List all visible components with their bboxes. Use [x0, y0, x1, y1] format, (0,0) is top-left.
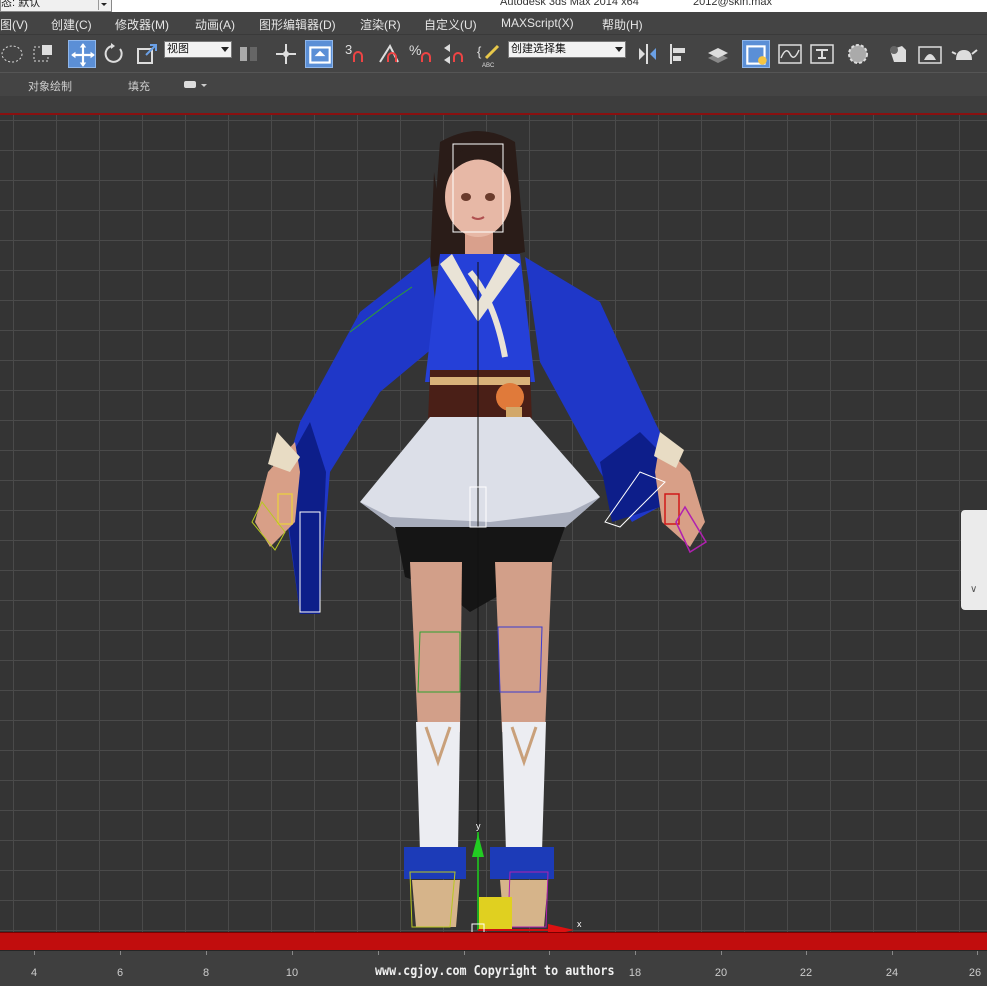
align-icon[interactable]: [666, 40, 694, 68]
snaps-toggle-icon[interactable]: 3: [342, 40, 370, 68]
ruler-tick: [378, 951, 379, 955]
edit-named-selection-icon[interactable]: {ABC: [476, 40, 504, 68]
character-model: y x: [251, 131, 708, 934]
ruler-label: 24: [885, 967, 899, 979]
mirror-icon[interactable]: [634, 40, 662, 68]
ruler-tick: [721, 951, 722, 955]
menu-item-rendering[interactable]: 渲染(R): [360, 16, 401, 33]
percent-snap-label: %: [409, 42, 421, 58]
menu-item-maxscript[interactable]: MAXScript(X): [501, 16, 574, 30]
collapsed-side-panel[interactable]: ∨: [961, 510, 987, 610]
ruler-label: 20: [714, 967, 728, 979]
ruler-tick: [549, 951, 550, 955]
snap-label: 3: [345, 42, 352, 57]
select-manipulate-icon[interactable]: [272, 40, 300, 68]
menu-item-animation[interactable]: 动画(A): [195, 16, 235, 33]
file-name: 2012@skin.max: [693, 0, 773, 8]
menu-bar: 图(V) 创建(C) 修改器(M) 动画(A) 图形编辑器(D) 渲染(R) 自…: [0, 12, 987, 34]
menu-item-customize[interactable]: 自定义(U): [424, 16, 477, 33]
title-bar: 态: 默认 Autodesk 3ds Max 2014 x64 2012@ski…: [0, 0, 987, 12]
menu-item-create[interactable]: 创建(C): [51, 16, 92, 33]
ruler-tick: [635, 951, 636, 955]
schematic-view-icon[interactable]: [808, 40, 836, 68]
chevron-down-icon[interactable]: [201, 84, 207, 90]
select-move-icon[interactable]: [68, 40, 96, 68]
ribbon-tab-populate[interactable]: 填充: [128, 78, 150, 94]
ruler-label: 26: [968, 967, 982, 979]
ruler-label: 4: [30, 967, 38, 979]
reference-coordinate-value: 视图: [167, 43, 189, 55]
select-rotate-icon[interactable]: [100, 40, 128, 68]
app-title: Autodesk 3ds Max 2014 x64: [500, 0, 639, 8]
named-selection-dropdown[interactable]: 创建选择集: [508, 41, 626, 58]
ruler-label: 22: [799, 967, 813, 979]
ruler-tick: [206, 951, 207, 955]
render-setup-icon[interactable]: [884, 40, 912, 68]
main-toolbar: 视图 3 % {ABC 创建选择集: [0, 34, 987, 73]
ruler-tick: [892, 951, 893, 955]
axis-y-label: y: [476, 821, 481, 831]
ruler-label: 10: [285, 967, 299, 979]
spinner-snap-icon[interactable]: [440, 40, 468, 68]
time-slider[interactable]: [0, 932, 987, 951]
svg-text:ABC: ABC: [482, 63, 495, 68]
pivot-center-icon[interactable]: [236, 40, 264, 68]
named-selection-value: 创建选择集: [511, 43, 566, 55]
reference-coordinate-dropdown[interactable]: 视图: [164, 41, 232, 58]
perspective-viewport[interactable]: y x ∨: [0, 113, 987, 934]
material-editor-icon[interactable]: [846, 40, 874, 68]
menu-item-help[interactable]: 帮助(H): [602, 16, 643, 33]
lasso-selection-icon[interactable]: [0, 40, 28, 68]
menu-item-graph-editors[interactable]: 图形编辑器(D): [259, 16, 336, 33]
svg-text:{: {: [477, 44, 482, 59]
viewport-header: [0, 96, 987, 113]
copyright-watermark: www.cgjoy.com Copyright to authors: [375, 964, 615, 979]
menu-item-modifiers[interactable]: 修改器(M): [115, 16, 169, 33]
ribbon: 对象绘制 填充: [0, 72, 987, 97]
ruler-tick: [120, 951, 121, 955]
percent-snap-icon[interactable]: %: [408, 40, 436, 68]
ruler-label: 18: [628, 967, 642, 979]
scene-explorer-icon[interactable]: [742, 40, 770, 68]
curve-editor-icon[interactable]: [776, 40, 804, 68]
chevron-down-icon: [615, 47, 623, 52]
workspace-value: 态: 默认: [1, 0, 41, 9]
rendered-frame-window-icon[interactable]: [916, 40, 944, 68]
chevron-down-icon[interactable]: ∨: [970, 584, 977, 595]
keyboard-shortcut-override-icon[interactable]: [305, 40, 333, 68]
ribbon-tab-object-paint[interactable]: 对象绘制: [28, 78, 72, 94]
render-production-teapot-icon[interactable]: [950, 40, 978, 68]
menu-item-view[interactable]: 图(V): [0, 16, 28, 33]
workspace-dropdown[interactable]: 态: 默认: [0, 0, 112, 12]
ruler-label: 8: [202, 967, 210, 979]
chevron-down-icon: [221, 47, 229, 52]
window-crossing-icon[interactable]: [30, 40, 58, 68]
axis-x-label: x: [577, 919, 582, 929]
ruler-tick: [464, 951, 465, 955]
select-scale-icon[interactable]: [134, 40, 162, 68]
ruler-tick: [977, 951, 978, 955]
ribbon-toggle-icon[interactable]: [184, 81, 196, 88]
ruler-tick: [34, 951, 35, 955]
chevron-down-icon[interactable]: [98, 0, 109, 10]
angle-snap-icon[interactable]: [376, 40, 404, 68]
ruler-tick: [806, 951, 807, 955]
layer-manager-icon[interactable]: [704, 40, 732, 68]
ruler-tick: [292, 951, 293, 955]
ruler-label: 6: [116, 967, 124, 979]
